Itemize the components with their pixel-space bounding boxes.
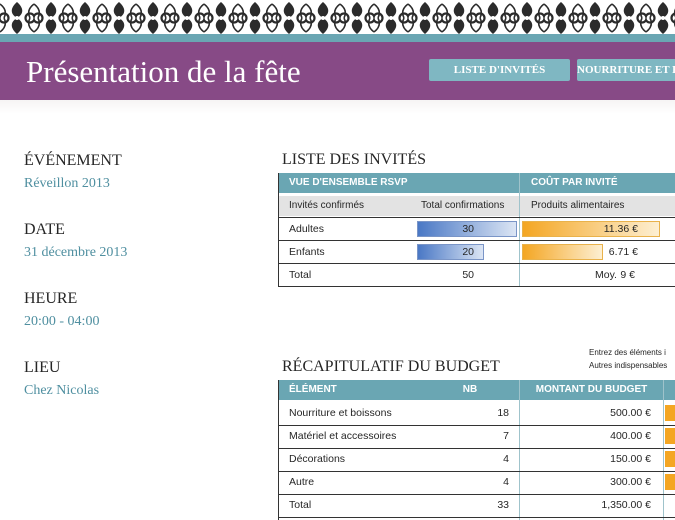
table-border [278, 173, 279, 287]
date-label: DATE [24, 221, 65, 238]
place-label: LIEU [24, 359, 61, 376]
budget-bar [665, 451, 675, 467]
row-separator [279, 286, 675, 287]
time-value[interactable]: 20:00 - 04:00 [24, 314, 99, 330]
col-budget-amount: MONTANT DU BUDGET [520, 380, 663, 400]
col-food-products: Produits alimentaires [531, 200, 625, 211]
page-title: Présentation de la fête [26, 54, 301, 89]
date-value[interactable]: 31 décembre 2013 [24, 245, 127, 261]
col-quantity: NB [455, 380, 485, 400]
guest-total-count: 50 [462, 269, 474, 281]
row-separator [279, 517, 675, 518]
average-value: 9 € [620, 269, 635, 281]
col-confirmed-guests: Invités confirmés [289, 200, 365, 211]
adults-cost: 11.36 € [603, 223, 638, 235]
budget-qty: 18 [497, 407, 509, 419]
budget-qty: 7 [503, 430, 509, 442]
accent-strip [0, 34, 675, 42]
children-cost: 6.71 € [608, 246, 638, 258]
budget-item[interactable]: Matériel et accessoires [289, 425, 396, 447]
damask-pattern [0, 0, 675, 36]
guest-type-adults: Adultes [289, 223, 325, 235]
banner-shadow [0, 100, 675, 114]
cost-per-guest-header: COÛT PAR INVITÉ [520, 173, 675, 193]
rsvp-overview-header: VUE D'ENSEMBLE RSVP [279, 173, 519, 193]
col-total-confirmations: Total confirmations [421, 200, 505, 211]
table-divider [519, 173, 520, 287]
budget-item[interactable]: Autre [289, 471, 314, 493]
table-border [278, 380, 279, 520]
budget-note-line1: Entrez des éléments i [589, 348, 666, 357]
budget-total-qty: 33 [497, 499, 509, 511]
event-value[interactable]: Réveillon 2013 [24, 176, 110, 192]
time-label: HEURE [24, 290, 78, 307]
decorative-pattern-band [0, 0, 675, 36]
budget-qty: 4 [503, 453, 509, 465]
budget-qty: 4 [503, 476, 509, 488]
budget-total-amount: 1,350.00 € [601, 499, 651, 511]
budget-item[interactable]: Nourriture et boissons [289, 402, 392, 424]
adults-count[interactable]: 30 [417, 218, 474, 240]
budget-amount[interactable]: 150.00 € [530, 448, 651, 470]
tab-guest-list[interactable]: LISTE D'INVITÉS [429, 59, 570, 81]
guest-type-children: Enfants [289, 246, 325, 258]
tab-food-drinks[interactable]: NOURRITURE ET BOISSONS [577, 59, 675, 81]
budget-bar [665, 474, 675, 490]
budget-amount[interactable]: 300.00 € [530, 471, 651, 493]
event-label: ÉVÉNEMENT [24, 152, 122, 169]
budget-bar [665, 428, 675, 444]
budget-bar [665, 405, 675, 421]
budget-total-label: Total [289, 499, 312, 511]
table-divider [519, 380, 520, 520]
children-count[interactable]: 20 [417, 241, 474, 263]
budget-summary-title: RÉCAPITULATIF DU BUDGET [282, 358, 500, 375]
col-item: ÉLÉMENT [289, 384, 337, 395]
budget-item[interactable]: Décorations [289, 448, 345, 470]
budget-amount[interactable]: 500.00 € [530, 402, 651, 424]
place-value[interactable]: Chez Nicolas [24, 383, 99, 399]
budget-amount[interactable]: 400.00 € [530, 425, 651, 447]
guest-total-label: Total [289, 269, 312, 281]
budget-header-overflow [664, 380, 675, 400]
table-divider [663, 380, 664, 520]
guest-list-title: LISTE DES INVITÉS [282, 151, 426, 168]
budget-note-line2: Autres indispensables [589, 361, 668, 370]
